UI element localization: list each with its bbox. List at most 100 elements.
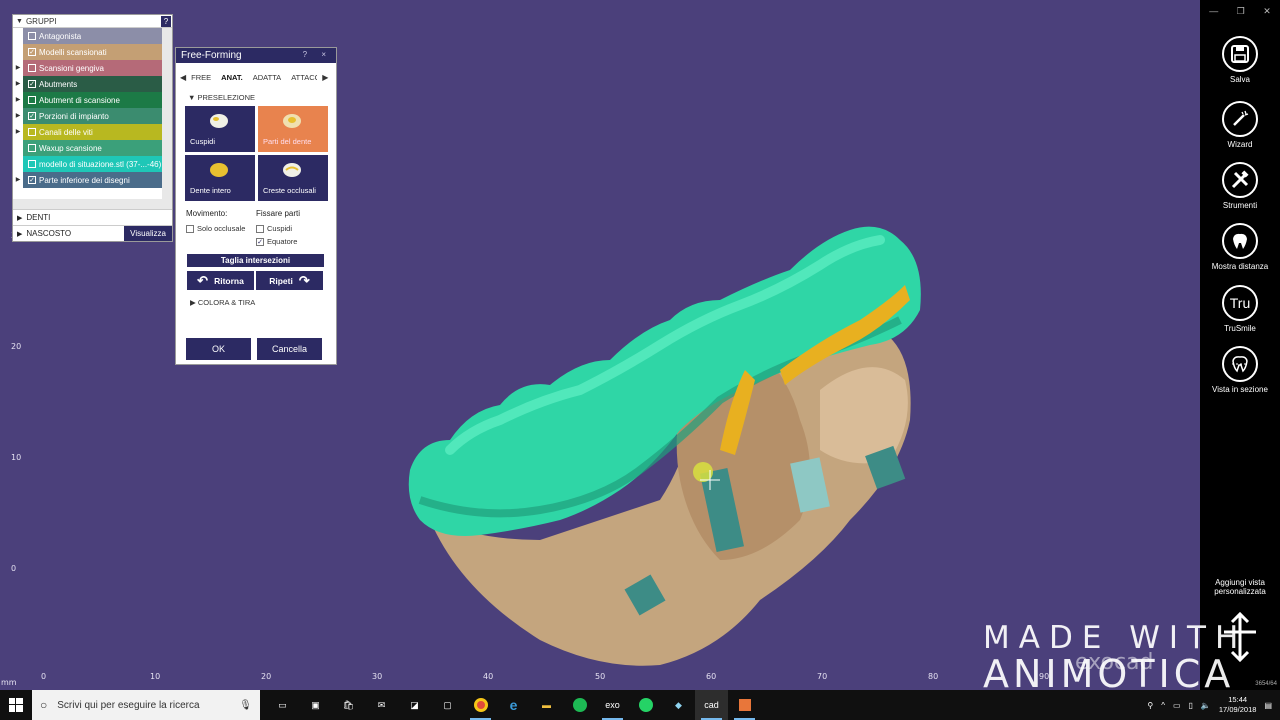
expand-triangle-icon[interactable]: ▶ — [13, 60, 23, 76]
app-icon-3[interactable]: ◆ — [662, 690, 695, 720]
visualizza-button[interactable]: Visualizza — [124, 226, 172, 241]
microphone-icon[interactable]: 🎙 — [239, 700, 252, 711]
expand-triangle-icon[interactable]: ▶ — [13, 92, 23, 108]
battery-icon[interactable]: ▯ — [1189, 701, 1193, 710]
tile-creste-occlusali[interactable]: Creste occlusali — [258, 155, 328, 201]
toolbar-mostra-distanza[interactable]: Mostra distanza — [1200, 223, 1280, 271]
group-visibility-checkbox[interactable]: ✓ — [28, 176, 36, 184]
group-visibility-checkbox[interactable] — [28, 32, 36, 40]
colora-tira-header[interactable]: ▶ COLORA & TIRA — [176, 298, 336, 307]
mail-icon[interactable]: ✉ — [365, 690, 398, 720]
groups-help-button[interactable]: ? — [161, 16, 171, 27]
taglia-intersezioni-button[interactable]: Taglia intersezioni — [187, 254, 324, 267]
expand-triangle-icon[interactable]: ▶ — [13, 172, 23, 188]
tab-attacc[interactable]: ATTACC — [291, 73, 317, 82]
group-visibility-checkbox[interactable]: ✓ — [28, 112, 36, 120]
close-icon[interactable]: ✕ — [1263, 6, 1271, 17]
ok-button[interactable]: OK — [186, 338, 251, 360]
cad-app[interactable]: cad — [695, 690, 728, 720]
group-label: Parte inferiore dei disegni — [39, 175, 130, 185]
tab-right-arrow-icon[interactable]: ▶ — [322, 73, 328, 82]
group-row[interactable]: ▶ ✓ Parte inferiore dei disegni — [13, 172, 164, 188]
expand-triangle-icon[interactable]: ▶ — [13, 108, 23, 124]
spotify-icon[interactable] — [563, 690, 596, 720]
group-visibility-checkbox[interactable]: ✓ — [28, 48, 36, 56]
ripeti-button[interactable]: Ripeti ↷ — [256, 271, 323, 290]
tile-parti-del-dente[interactable]: Parti del dente — [258, 106, 328, 152]
network-icon[interactable]: ▭ — [1173, 701, 1181, 710]
expand-triangle-icon[interactable]: ▶ — [13, 76, 23, 92]
group-visibility-checkbox[interactable] — [28, 160, 36, 168]
solo-occlusale-label: Solo occlusale — [197, 224, 246, 233]
group-row[interactable]: modello di situazione.stl (37-...-46) — [13, 156, 164, 172]
ritorna-label: Ritorna — [214, 275, 244, 286]
minimize-icon[interactable]: — — [1209, 6, 1218, 17]
group-visibility-checkbox[interactable] — [28, 128, 36, 136]
toolbar-trusmile[interactable]: Tru TruSmile — [1200, 285, 1280, 333]
tab-free[interactable]: FREE — [191, 73, 211, 82]
groups-vertical-scrollbar[interactable] — [162, 28, 172, 199]
group-row[interactable]: ✓ Modelli scansionati — [13, 44, 164, 60]
app-icon-orange[interactable] — [728, 690, 761, 720]
group-row[interactable]: ▶ Canali delle viti — [13, 124, 164, 140]
restore-icon[interactable]: ❐ — [1237, 6, 1245, 17]
explorer-window-icon[interactable]: ▢ — [431, 690, 464, 720]
group-row[interactable]: ▶ ✓ Porzioni di impianto — [13, 108, 164, 124]
groups-horizontal-scrollbar[interactable] — [13, 199, 172, 209]
tile-dente-intero[interactable]: Dente intero — [185, 155, 255, 201]
toolbar-strumenti[interactable]: Strumenti — [1200, 162, 1280, 210]
preselezione-header[interactable]: ▼ PRESELEZIONE — [176, 93, 336, 102]
group-row[interactable]: ▶ Abutment di scansione — [13, 92, 164, 108]
taskbar-search[interactable]: ○ Scrivi qui per eseguire la ricerca 🎙 — [32, 690, 260, 720]
app-icon-1[interactable]: ▣ — [299, 690, 332, 720]
tile-cuspidi[interactable]: Cuspidi — [185, 106, 255, 152]
group-visibility-checkbox[interactable] — [28, 144, 36, 152]
section-view-icon — [1222, 346, 1258, 382]
tile-label: Cuspidi — [190, 137, 216, 146]
exo-app[interactable]: exo — [596, 690, 629, 720]
toolbar-salva[interactable]: Salva — [1200, 36, 1280, 84]
section-nascosto[interactable]: ▶ NASCOSTO Visualizza — [13, 225, 172, 241]
tile-label: Parti del dente — [263, 137, 312, 146]
edge-icon[interactable]: e — [497, 690, 530, 720]
solo-occlusale-checkbox[interactable]: Solo occlusale — [186, 224, 256, 233]
tab-adatta[interactable]: ADATTA — [253, 73, 281, 82]
equatore-checkbox[interactable]: ✓ Equatore — [256, 237, 326, 246]
tile-label: Creste occlusali — [263, 186, 316, 195]
volume-icon[interactable]: 🔈 — [1201, 701, 1211, 710]
expand-triangle-icon[interactable]: ▶ — [13, 124, 23, 140]
fissare-cuspidi-label: Cuspidi — [267, 224, 293, 233]
dialog-help-close-buttons[interactable]: ? × — [303, 50, 332, 59]
whatsapp-icon[interactable] — [629, 690, 662, 720]
ritorna-button[interactable]: ↶ Ritorna — [187, 271, 254, 290]
task-view-icon[interactable]: ▭ — [266, 690, 299, 720]
store-icon[interactable]: 🛍 — [332, 690, 365, 720]
toolbar-wizard[interactable]: Wizard — [1200, 101, 1280, 149]
people-icon[interactable]: ⚲ — [1147, 701, 1153, 710]
group-row[interactable]: Antagonista — [13, 28, 164, 44]
taskbar-clock[interactable]: 15:44 17/09/2018 — [1219, 695, 1257, 715]
groups-header[interactable]: ▼ GRUPPI ? — [13, 15, 172, 28]
tab-left-arrow-icon[interactable]: ◀ — [180, 73, 186, 82]
group-row[interactable]: ▶ ✓ Abutments — [13, 76, 164, 92]
aggiungi-vista-button[interactable]: Aggiungi vista personalizzata — [1200, 578, 1280, 596]
chrome-icon[interactable] — [464, 690, 497, 720]
start-button[interactable] — [0, 690, 32, 720]
section-denti[interactable]: ▶ DENTI — [13, 209, 172, 225]
file-explorer-icon[interactable]: ▬ — [530, 690, 563, 720]
group-visibility-checkbox[interactable] — [28, 96, 36, 104]
tab-anat[interactable]: ANAT. — [221, 73, 243, 82]
group-visibility-checkbox[interactable]: ✓ — [28, 80, 36, 88]
group-visibility-checkbox[interactable] — [28, 64, 36, 72]
group-row[interactable]: ▶ Scansioni gengiva — [13, 60, 164, 76]
dialog-title-bar[interactable]: Free-Forming ? × — [176, 48, 336, 63]
toolbar-vista-in-sezione[interactable]: Vista in sezione — [1200, 346, 1280, 394]
cancella-button[interactable]: Cancella — [257, 338, 322, 360]
tray-chevron-icon[interactable]: ^ — [1161, 701, 1165, 710]
group-row[interactable]: Waxup scansione — [13, 140, 164, 156]
fissare-cuspidi-checkbox[interactable]: Cuspidi — [256, 224, 326, 233]
free-forming-dialog: Free-Forming ? × ◀ FREE ANAT. ADATTA ATT… — [175, 47, 337, 365]
app-icon-2[interactable]: ◪ — [398, 690, 431, 720]
notification-icon[interactable]: ▤ — [1264, 701, 1272, 710]
equatore-label: Equatore — [267, 237, 298, 246]
